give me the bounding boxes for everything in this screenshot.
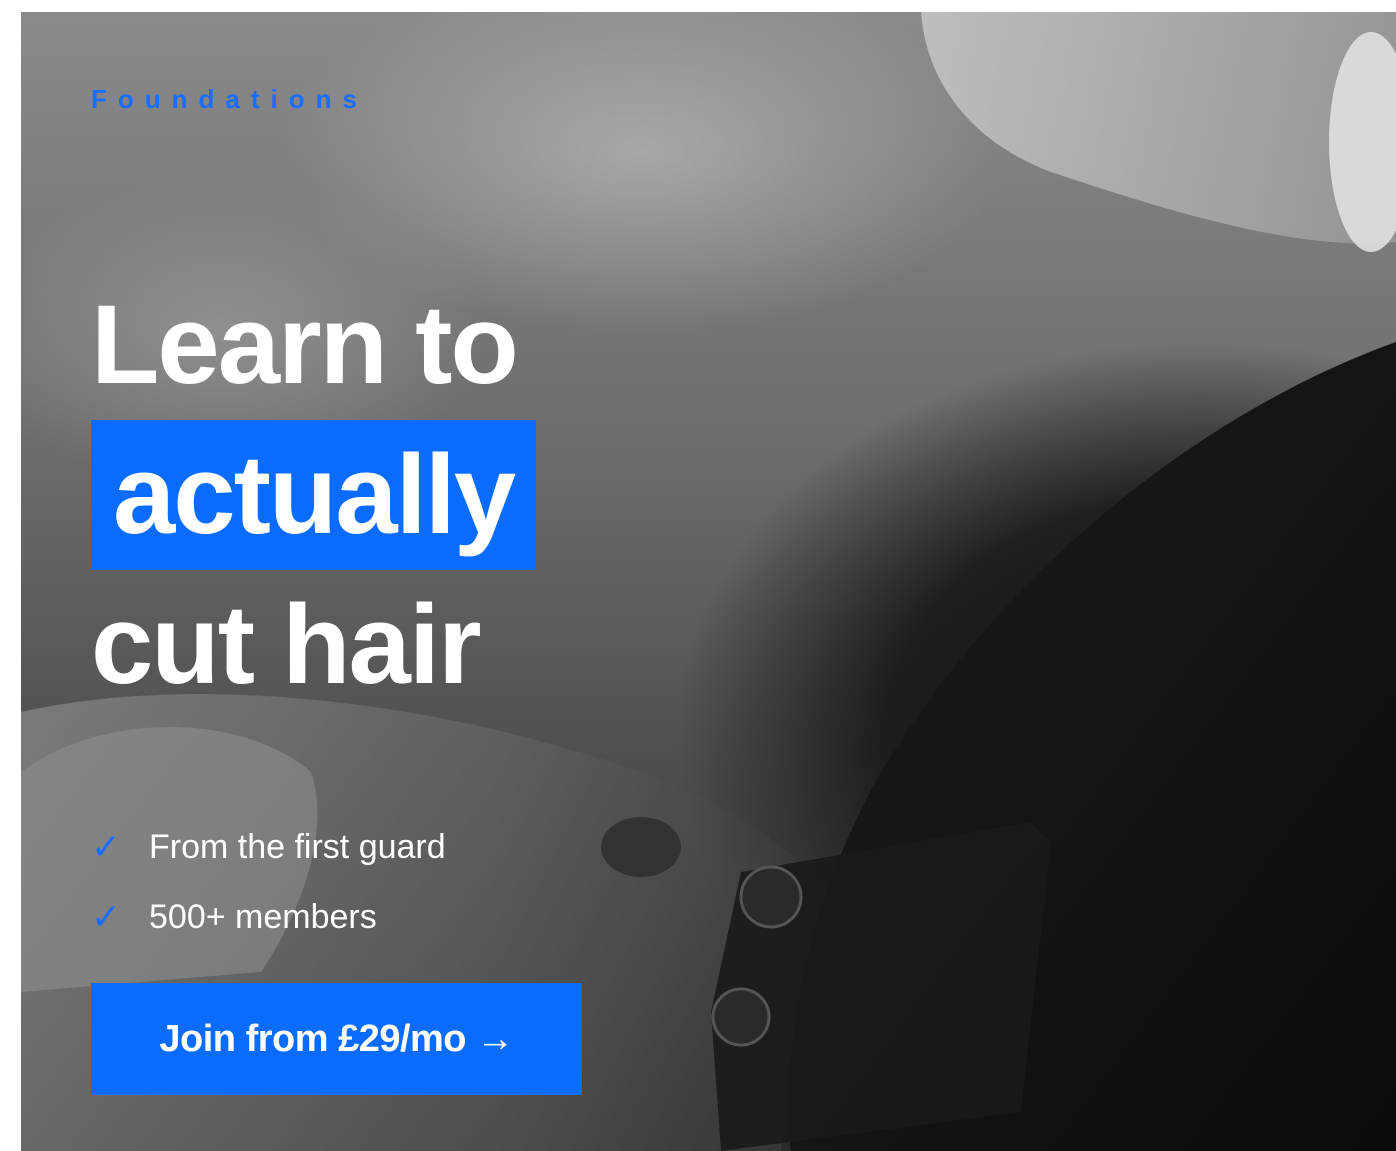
feature-item: ✓ 500+ members xyxy=(91,882,446,952)
headline-highlight: actually xyxy=(91,420,537,570)
headline-line-2: actually xyxy=(91,420,537,570)
feature-item: ✓ From the first guard xyxy=(91,812,446,882)
vent-shape xyxy=(601,817,681,877)
headline-line-1: Learn to xyxy=(91,282,519,407)
headline-line-3: cut hair xyxy=(91,582,482,707)
hero-headline: Learn to actually cut hair xyxy=(91,270,537,720)
feature-list: ✓ From the first guard ✓ 500+ members xyxy=(91,812,446,952)
screw-shape xyxy=(739,865,803,929)
screw-shape xyxy=(711,987,771,1047)
feature-text: From the first guard xyxy=(149,827,446,866)
check-icon: ✓ xyxy=(91,896,122,937)
eyebrow-label: Foundations xyxy=(91,84,368,114)
hero-banner: Foundations Learn to actually cut hair ✓… xyxy=(21,12,1396,1151)
arm-shape xyxy=(921,12,1396,244)
feature-text: 500+ members xyxy=(149,897,377,936)
join-button[interactable]: Join from £29/mo → xyxy=(91,983,582,1095)
check-icon: ✓ xyxy=(91,826,122,867)
